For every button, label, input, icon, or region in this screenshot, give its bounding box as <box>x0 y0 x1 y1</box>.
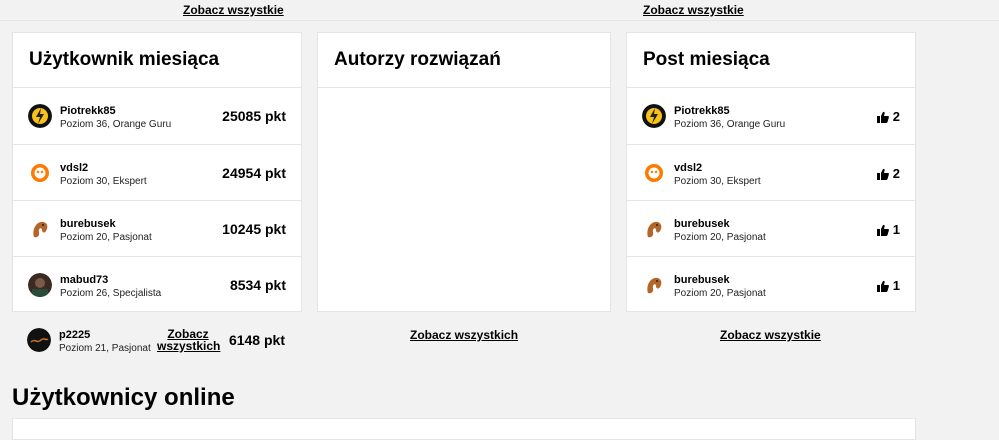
likes-value: 2 <box>892 109 900 124</box>
user-level: Poziom 21, Pasjonat <box>59 343 151 354</box>
card-title: Użytkownik miesiąca <box>29 49 220 70</box>
post-row[interactable]: vdsl2 Poziom 30, Ekspert 2 <box>627 144 915 201</box>
user-row[interactable]: p2225 Poziom 21, Pasjonat 6148 pkt <box>12 312 300 368</box>
post-row[interactable]: burebusek Poziom 20, Pasjonat 1 <box>627 200 915 257</box>
see-all-posts-link[interactable]: Zobacz wszystkie <box>720 328 821 342</box>
orange-face-avatar-icon <box>642 161 666 185</box>
lightning-avatar-icon <box>642 104 666 128</box>
user-level: Poziom 36, Orange Guru <box>674 119 786 130</box>
see-all-link-top-left[interactable]: Zobacz wszystkie <box>183 3 284 17</box>
likes-value: 1 <box>892 222 900 237</box>
user-name[interactable]: Piotrekk85 <box>60 105 116 117</box>
user-row[interactable]: Piotrekk85 Poziom 36, Orange Guru 25085 … <box>13 88 301 144</box>
user-points: 6148 pkt <box>228 332 285 348</box>
likes-count: 2 <box>876 166 900 181</box>
dark-avatar-icon <box>27 328 51 352</box>
see-all-link-top-right[interactable]: Zobacz wszystkie <box>643 3 744 17</box>
user-level: Poziom 20, Pasjonat <box>60 232 152 243</box>
see-all-authors-link[interactable]: Zobacz wszystkich <box>410 328 518 342</box>
thumbs-up-icon <box>876 168 889 180</box>
user-level: Poziom 20, Pasjonat <box>674 232 766 243</box>
user-level: Poziom 20, Pasjonat <box>674 288 766 299</box>
likes-value: 1 <box>892 278 900 293</box>
user-level: Poziom 30, Ekspert <box>674 176 761 187</box>
user-level: Poziom 26, Specjalista <box>60 288 162 299</box>
likes-count: 1 <box>876 222 900 237</box>
top-strip: Zobacz wszystkie Zobacz wszystkie <box>0 0 999 21</box>
user-points: 8534 pkt <box>229 277 286 293</box>
photo-avatar-icon <box>28 273 52 297</box>
squirrel-avatar-icon <box>642 273 666 297</box>
user-row[interactable]: vdsl2 Poziom 30, Ekspert 24954 pkt <box>13 144 301 201</box>
user-points: 10245 pkt <box>222 221 286 237</box>
card-title: Post miesiąca <box>643 49 770 70</box>
squirrel-avatar-icon <box>642 217 666 241</box>
user-name[interactable]: p2225 <box>59 329 90 341</box>
user-row[interactable]: burebusek Poziom 20, Pasjonat 10245 pkt <box>13 200 301 257</box>
user-name[interactable]: burebusek <box>674 218 730 230</box>
online-users-heading: Użytkownicy online <box>12 384 235 411</box>
post-row[interactable]: burebusek Poziom 20, Pasjonat 1 <box>627 256 915 313</box>
user-name[interactable]: vdsl2 <box>674 162 702 174</box>
solution-authors-card: Autorzy rozwiązań <box>317 32 611 312</box>
post-of-month-card: Post miesiąca Piotrekk85 Poziom 36, Oran… <box>626 32 916 312</box>
user-points: 24954 pkt <box>222 165 286 181</box>
user-name[interactable]: burebusek <box>674 274 730 286</box>
user-level: Poziom 30, Ekspert <box>60 176 147 187</box>
user-name[interactable]: Piotrekk85 <box>674 105 730 117</box>
squirrel-avatar-icon <box>28 217 52 241</box>
thumbs-up-icon <box>876 224 889 236</box>
user-of-month-card: Użytkownik miesiąca Piotrekk85 Poziom 36… <box>12 32 302 312</box>
user-level: Poziom 36, Orange Guru <box>60 119 172 130</box>
divider <box>318 87 610 88</box>
likes-count: 1 <box>876 278 900 293</box>
thumbs-up-icon <box>876 280 889 292</box>
likes-count: 2 <box>876 109 900 124</box>
card-title: Autorzy rozwiązań <box>334 49 501 70</box>
user-name[interactable]: burebusek <box>60 218 116 230</box>
likes-value: 2 <box>892 166 900 181</box>
user-name[interactable]: mabud73 <box>60 274 108 286</box>
see-all-users-link[interactable]: Zobacz wszystkich <box>157 328 220 352</box>
orange-face-avatar-icon <box>28 161 52 185</box>
online-users-panel <box>12 418 916 440</box>
post-row[interactable]: Piotrekk85 Poziom 36, Orange Guru 2 <box>627 88 915 144</box>
user-row[interactable]: mabud73 Poziom 26, Specjalista 8534 pkt <box>13 256 301 313</box>
user-points: 25085 pkt <box>222 108 286 124</box>
thumbs-up-icon <box>876 111 889 123</box>
lightning-avatar-icon <box>28 104 52 128</box>
user-name[interactable]: vdsl2 <box>60 162 88 174</box>
